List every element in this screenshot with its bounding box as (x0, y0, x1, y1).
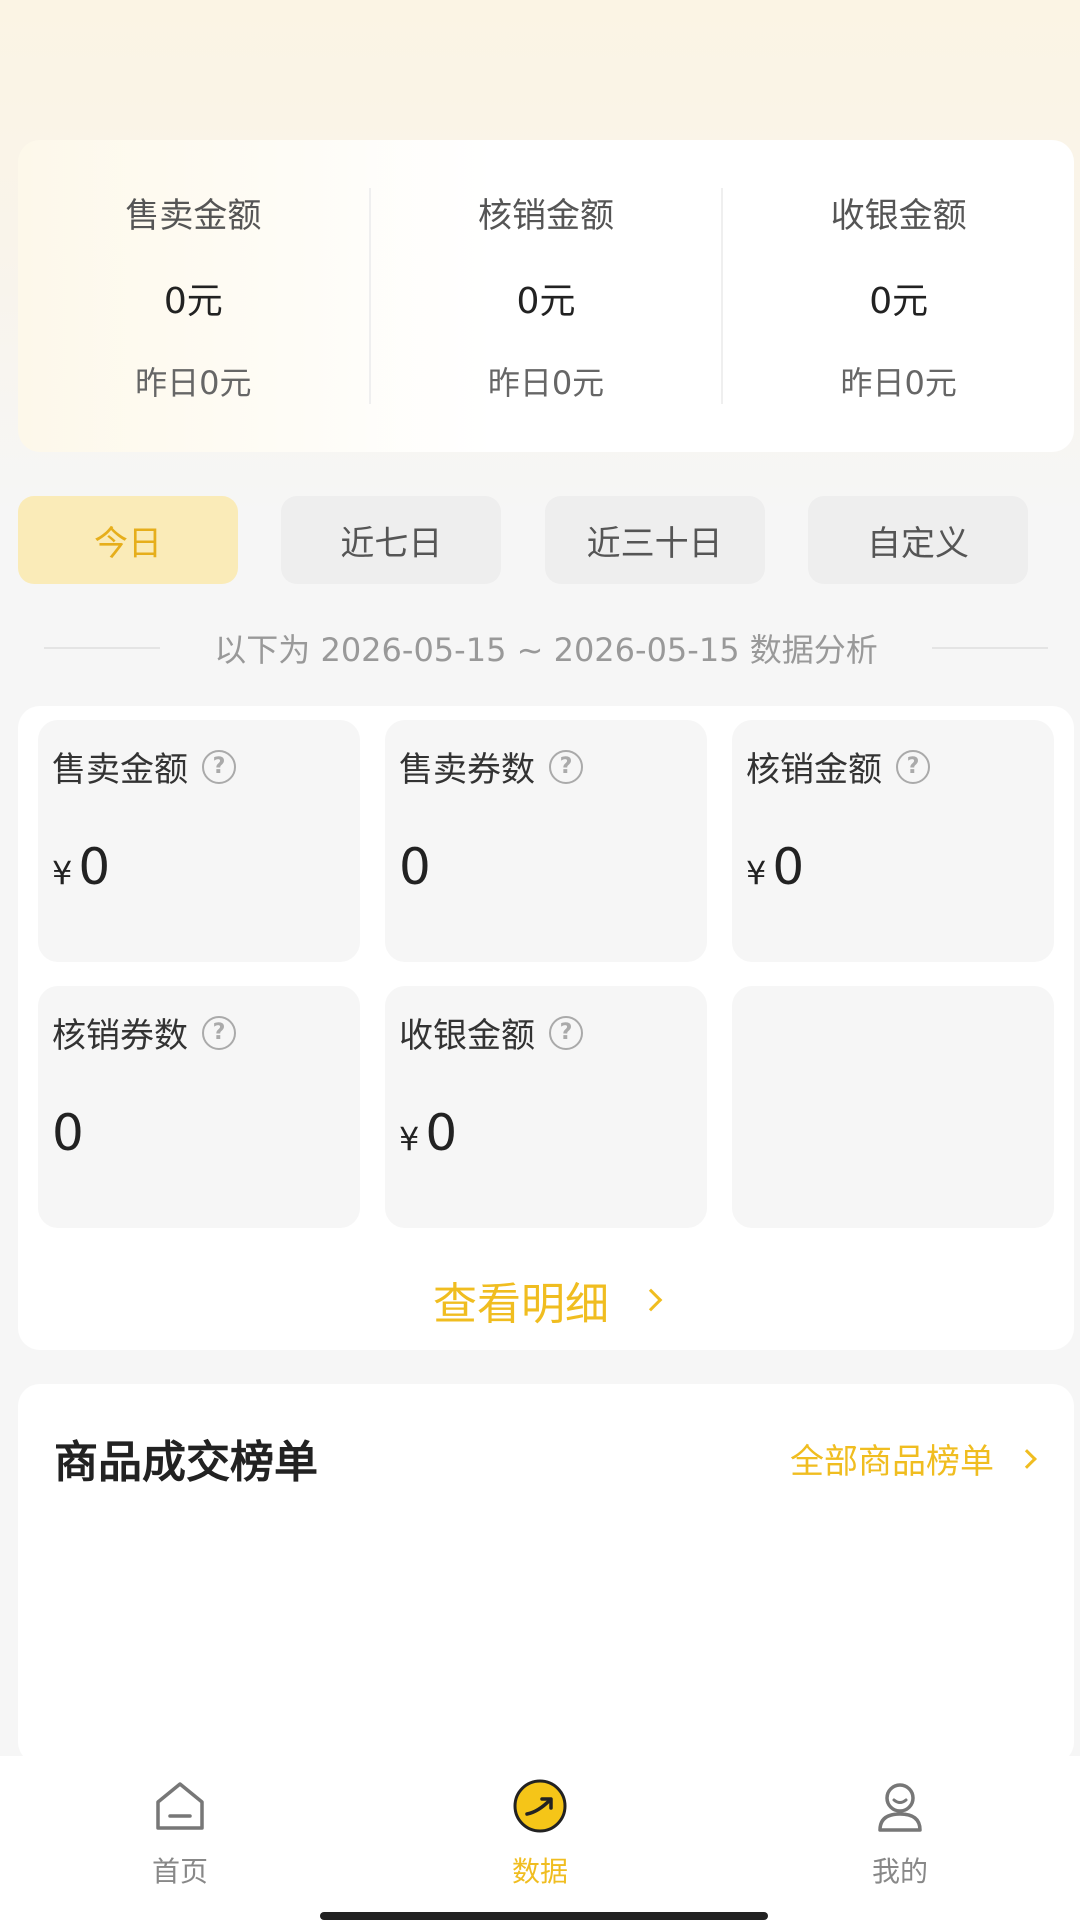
help-icon[interactable]: ? (202, 749, 236, 784)
metric-tile-sales-amount: 售卖金额 ? ¥ 0 (38, 720, 360, 962)
tab-today[interactable]: 今日 (18, 496, 238, 584)
help-icon[interactable]: ? (896, 749, 930, 784)
tab-last-7-days[interactable]: 近七日 (281, 496, 502, 584)
home-indicator (320, 1912, 768, 1920)
summary-label: 售卖金额 (125, 196, 262, 236)
summary-sales-amount: 售卖金额 0元 昨日0元 (18, 188, 371, 404)
help-icon[interactable]: ? (549, 749, 583, 784)
metric-value: 0 (78, 838, 111, 896)
ranking-title: 商品成交榜单 (54, 1437, 318, 1488)
summary-value: 0元 (516, 280, 576, 322)
summary-yesterday: 昨日0元 (135, 364, 252, 402)
summary-label: 核销金额 (478, 196, 614, 236)
data-icon (510, 1776, 570, 1836)
metric-tile-empty (732, 986, 1054, 1228)
date-range-row: 以下为 2026-05-15 ~ 2026-05-15 数据分析 (44, 620, 1049, 676)
tab-last-30-days[interactable]: 近三十日 (544, 496, 765, 584)
metric-tile-redeem-amount: 核销金额 ? ¥ 0 (732, 720, 1054, 962)
all-products-ranking-link[interactable]: 全部商品榜单 (790, 1434, 1037, 1483)
home-icon (150, 1776, 210, 1836)
nav-label: 我的 (871, 1855, 928, 1888)
profile-icon (870, 1776, 930, 1836)
bottom-navigation: 首页 数据 我的 (0, 1756, 1080, 1920)
chevron-right-icon (639, 1288, 663, 1312)
divider (931, 647, 1049, 649)
summary-redeem-amount: 核销金额 0元 昨日0元 (371, 188, 724, 404)
tab-custom[interactable]: 自定义 (807, 496, 1028, 584)
summary-value: 0元 (163, 280, 223, 322)
metric-tile-cashier-amount: 收银金额 ? ¥ 0 (385, 986, 707, 1228)
view-details-label: 查看明细 (433, 1279, 609, 1330)
all-products-ranking-label: 全部商品榜单 (790, 1442, 994, 1482)
nav-label: 首页 (151, 1855, 208, 1888)
metric-value: 0 (772, 838, 805, 896)
metric-label: 核销金额 (746, 750, 882, 790)
chevron-right-icon (1017, 1448, 1037, 1469)
help-icon[interactable]: ? (549, 1015, 583, 1050)
nav-item-profile[interactable]: 我的 (720, 1756, 1080, 1920)
metric-label: 售卖金额 (52, 750, 188, 790)
metric-tile-redeem-count: 核销券数 ? 0 (38, 986, 360, 1228)
summary-value: 0元 (869, 280, 929, 322)
metric-value: 0 (425, 1104, 458, 1162)
product-ranking-card: 商品成交榜单 全部商品榜单 (18, 1384, 1074, 1764)
metric-label: 收银金额 (399, 1016, 535, 1056)
summary-label: 收银金额 (830, 196, 967, 236)
currency-symbol: ¥ (399, 1120, 420, 1158)
summary-card: 售卖金额 0元 昨日0元 核销金额 0元 昨日0元 收银金额 0元 昨日0元 (18, 140, 1074, 452)
metric-tile-sales-count: 售卖券数 ? 0 (385, 720, 707, 962)
currency-symbol: ¥ (746, 854, 767, 892)
currency-symbol: ¥ (52, 854, 73, 892)
view-details-link[interactable]: 查看明细 (18, 1260, 1074, 1340)
metric-label: 售卖券数 (399, 750, 535, 790)
nav-item-home[interactable]: 首页 (0, 1756, 360, 1920)
nav-label: 数据 (511, 1855, 568, 1888)
nav-item-data[interactable]: 数据 (360, 1756, 720, 1920)
metric-label: 核销券数 (52, 1016, 188, 1056)
divider (44, 647, 161, 649)
period-tabs: 今日 近七日 近三十日 自定义 (18, 496, 1028, 584)
summary-yesterday: 昨日0元 (487, 364, 605, 402)
summary-cashier-amount: 收银金额 0元 昨日0元 (723, 188, 1074, 404)
date-range-text: 以下为 2026-05-15 ~ 2026-05-15 数据分析 (214, 631, 878, 669)
help-icon[interactable]: ? (202, 1015, 236, 1050)
metrics-card: 售卖金额 ? ¥ 0 售卖券数 ? 0 核销金额 ? ¥ 0 核销券数 ? 0 … (18, 706, 1074, 1350)
metric-value: 0 (52, 1104, 84, 1162)
summary-yesterday: 昨日0元 (840, 364, 957, 402)
metric-value: 0 (399, 838, 431, 896)
